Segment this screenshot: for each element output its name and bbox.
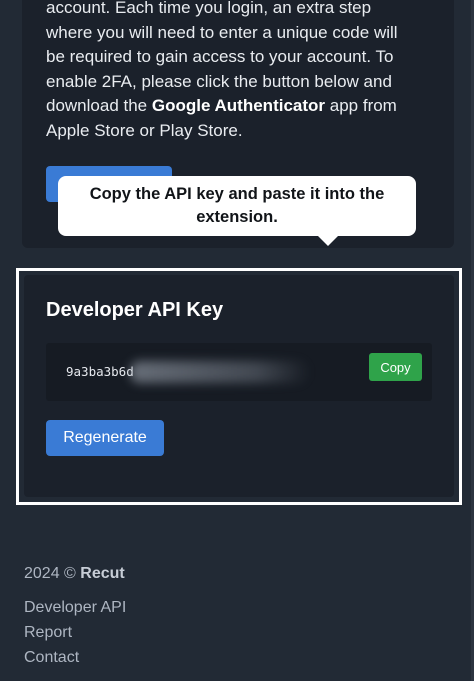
- footer-link-report[interactable]: Report: [24, 624, 72, 642]
- two-factor-text: download the: [46, 96, 152, 115]
- api-key-redaction-blur: [130, 361, 310, 383]
- two-factor-line: enable 2FA, please click the button belo…: [46, 71, 392, 91]
- two-factor-line: be required to gain access to your accou…: [46, 47, 394, 66]
- tooltip-line: extension.: [196, 208, 278, 226]
- two-factor-line: Apple Store or Play Store.: [46, 120, 243, 140]
- footer-copyright: 2024 © Recut: [24, 565, 125, 583]
- two-factor-text: app from: [325, 96, 397, 115]
- two-factor-line: account. Each time you login, an extra s…: [46, 0, 372, 17]
- api-key-box: 9a3ba3b6d Copy: [46, 343, 432, 401]
- tooltip-line: Copy the API key and paste it into the: [89, 185, 385, 203]
- two-factor-line: where you will need to enter a unique co…: [46, 22, 398, 42]
- api-key-card: Developer API Key 9a3ba3b6d Copy Regener…: [24, 275, 454, 497]
- tooltip-arrow: [318, 236, 338, 246]
- api-key-title: Developer API Key: [46, 299, 224, 321]
- copyright-year: 2024 ©: [24, 565, 76, 582]
- copy-button[interactable]: Copy: [369, 353, 422, 381]
- regenerate-button[interactable]: Regenerate: [46, 420, 164, 456]
- instruction-tooltip: Copy the API key and paste it into the e…: [58, 176, 416, 236]
- two-factor-line: download the Google Authenticator app fr…: [46, 94, 436, 119]
- brand-name: Recut: [80, 565, 125, 582]
- page: account. Each time you login, an extra s…: [0, 0, 474, 681]
- api-key-value[interactable]: 9a3ba3b6d: [66, 364, 134, 379]
- two-factor-description: account. Each time you login, an extra s…: [46, 0, 436, 143]
- google-authenticator-text: Google Authenticator: [151, 96, 326, 115]
- footer-link-developer-api[interactable]: Developer API: [24, 599, 126, 617]
- footer-link-contact[interactable]: Contact: [24, 649, 79, 667]
